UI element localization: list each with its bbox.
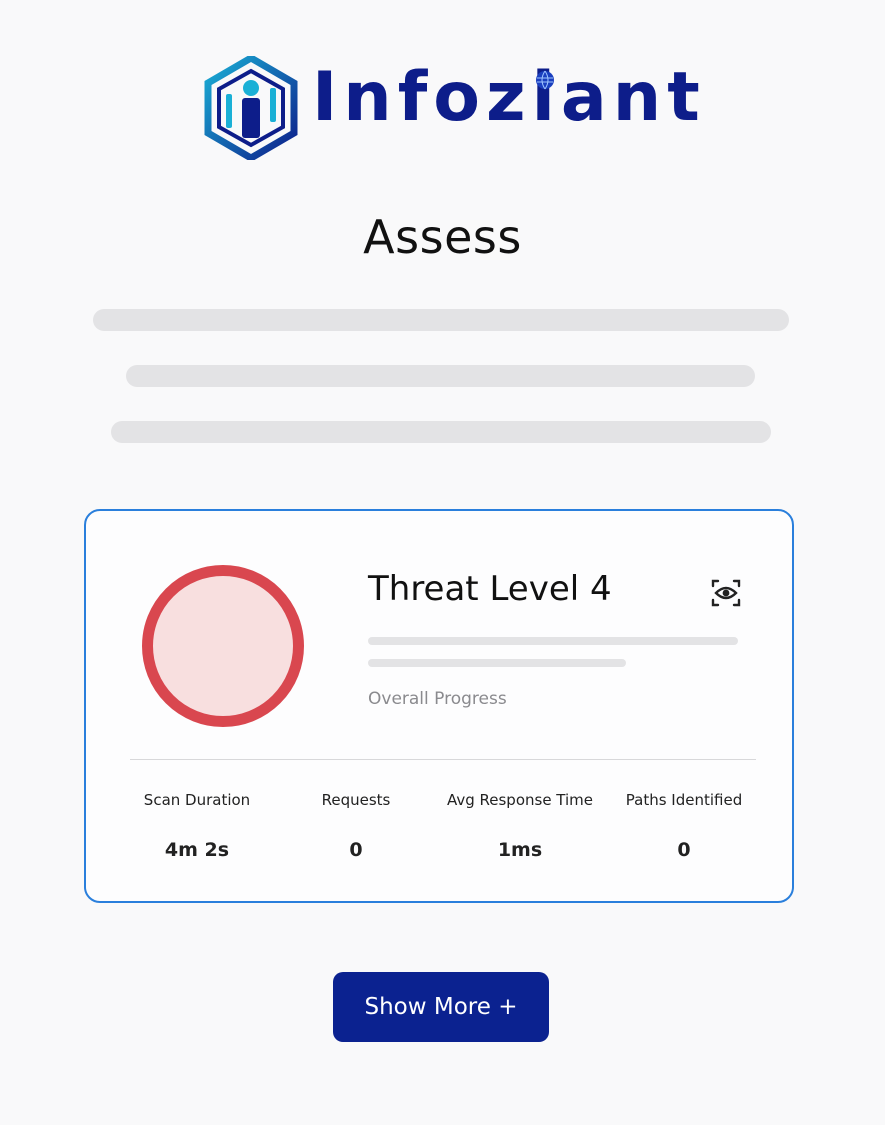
scan-stats: Scan Duration 4m 2s Requests 0 Avg Respo…	[86, 791, 791, 871]
stat-scan-duration: Scan Duration 4m 2s	[107, 791, 287, 861]
skeleton-line-3	[111, 421, 771, 443]
skeleton-line-2	[126, 365, 755, 387]
eye-scan-icon[interactable]	[710, 577, 742, 609]
stat-requests: Requests 0	[266, 791, 446, 861]
stat-label: Avg Response Time	[446, 791, 594, 809]
page: Infoziant Assess Threat Level 4 Overall …	[0, 0, 885, 1125]
show-more-button[interactable]: Show More +	[333, 972, 549, 1042]
page-title: Assess	[363, 210, 522, 264]
stat-label: Paths Identified	[625, 791, 743, 809]
stat-value: 0	[349, 839, 363, 861]
hexagon-logo-icon	[204, 56, 298, 160]
progress-bar-long	[368, 637, 738, 645]
brand-logo: Infoziant	[204, 56, 704, 160]
stat-value: 0	[677, 839, 691, 861]
progress-bar-short	[368, 659, 626, 667]
stat-label: Requests	[321, 791, 391, 809]
stat-avg-response-time: Avg Response Time 1ms	[430, 791, 610, 861]
threat-level-title: Threat Level 4	[368, 569, 612, 609]
globe-dot-icon	[536, 70, 554, 90]
threat-card: Threat Level 4 Overall Progress Scan Dur…	[84, 509, 794, 903]
threat-level-indicator	[142, 565, 304, 727]
stat-paths-identified: Paths Identified 0	[594, 791, 774, 861]
stat-value: 4m 2s	[164, 839, 230, 861]
overall-progress-label: Overall Progress	[368, 689, 507, 709]
stat-value: 1ms	[497, 839, 543, 861]
logo-wordmark: Infoziant	[312, 58, 706, 137]
card-divider	[130, 759, 756, 760]
skeleton-line-1	[93, 309, 789, 331]
stat-label: Scan Duration	[143, 791, 251, 809]
